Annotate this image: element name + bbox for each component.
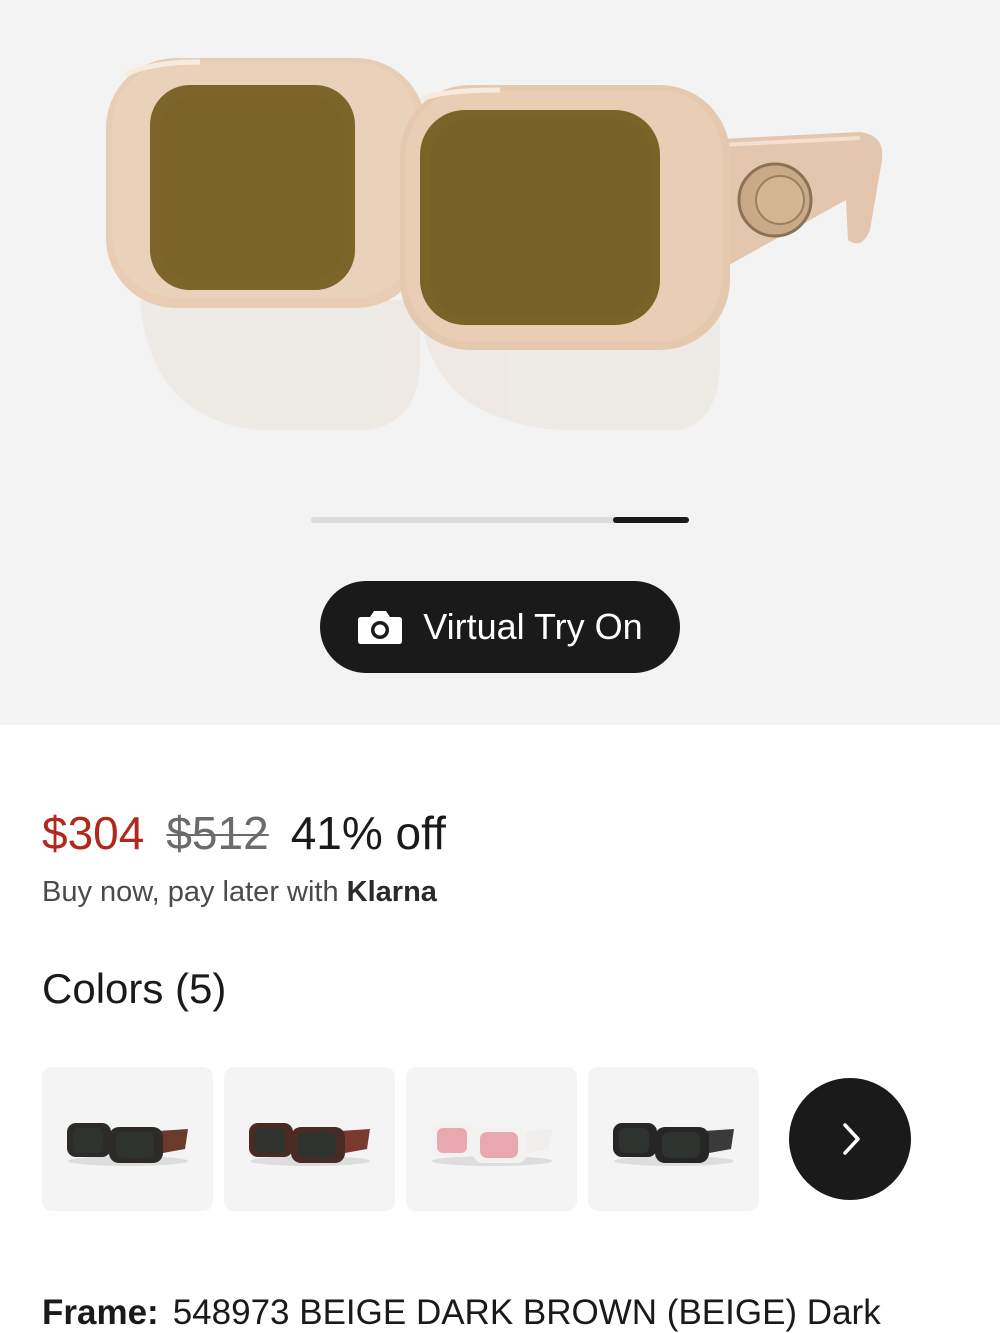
virtual-try-on-label: Virtual Try On bbox=[423, 606, 643, 647]
frame-label: Frame: bbox=[42, 1293, 159, 1332]
product-hero: Virtual Try On bbox=[0, 0, 1000, 725]
beige-sunglasses-image[interactable] bbox=[0, 0, 1000, 500]
klarna-text: Buy now, pay later with bbox=[42, 876, 339, 908]
camera-icon bbox=[358, 611, 403, 644]
virtual-try-on-button[interactable]: Virtual Try On bbox=[320, 581, 680, 673]
frame-value: 548973 BEIGE DARK BROWN (BEIGE) Dark bbox=[172, 1293, 881, 1332]
carousel-indicator bbox=[613, 517, 689, 523]
colors-heading: Colors (5) bbox=[42, 965, 227, 1012]
chevron-right-icon bbox=[843, 1123, 860, 1155]
klarna-brand: Klarna bbox=[346, 876, 437, 908]
next-colors-button[interactable] bbox=[789, 1078, 911, 1200]
color-swatch-black[interactable] bbox=[588, 1067, 759, 1211]
sunglasses-thumbnail-image bbox=[612, 1123, 734, 1166]
sale-price: $304 bbox=[42, 807, 145, 859]
color-swatches bbox=[42, 1067, 759, 1211]
frame-details: Frame: 548973 BEIGE DARK BROWN (BEIGE) Da… bbox=[42, 1293, 881, 1333]
sunglasses-thumbnail-image bbox=[66, 1123, 188, 1166]
color-swatch-white-pink[interactable] bbox=[406, 1067, 577, 1211]
klarna-financing[interactable]: Buy now, pay later with Klarna bbox=[42, 876, 437, 909]
image-carousel-progress[interactable] bbox=[311, 517, 689, 523]
price-row: $304 $512 41% off bbox=[42, 806, 446, 860]
sunglasses-thumbnail-image bbox=[430, 1123, 552, 1166]
original-price: $512 bbox=[166, 807, 269, 859]
color-swatch-black-tortoise[interactable] bbox=[42, 1067, 213, 1211]
discount-label: 41% off bbox=[290, 807, 446, 859]
sunglasses-thumbnail-image bbox=[248, 1123, 370, 1166]
color-swatch-dark-havana[interactable] bbox=[224, 1067, 395, 1211]
